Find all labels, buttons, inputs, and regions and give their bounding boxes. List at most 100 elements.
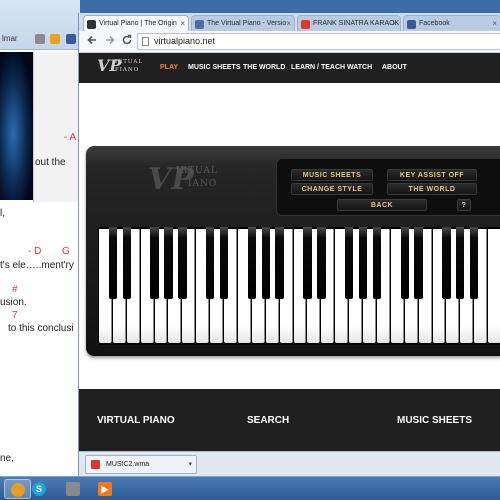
tab-virtual-piano[interactable]: Virtual Piano | The Origin × [83, 15, 189, 31]
video-thumbnail[interactable] [0, 52, 33, 200]
piano-instrument: VP IRTUAL IANO MUSIC SHEETS KEY ASSIST O… [86, 146, 500, 356]
virtual-piano-site: VP IRTUAL PIANO PLAY MUSIC SHEETS THE WO… [79, 53, 500, 451]
black-key[interactable] [303, 227, 312, 299]
black-key[interactable] [358, 227, 368, 299]
chord-label: 7 [12, 310, 18, 321]
background-address-bar[interactable]: lmar [0, 30, 80, 48]
reload-button[interactable] [120, 34, 134, 48]
piano-keyboard [98, 227, 500, 345]
black-key[interactable] [206, 227, 215, 299]
black-key[interactable] [247, 227, 257, 299]
piano-logo-word: IANO [188, 179, 218, 189]
black-key[interactable] [261, 227, 270, 299]
footer-heading[interactable]: VIRTUAL PIANO [97, 415, 175, 426]
key-assist-button[interactable]: KEY ASSIST OFF [387, 169, 477, 181]
footer-heading[interactable]: SEARCH [247, 415, 289, 426]
nav-about[interactable]: ABOUT [382, 53, 407, 83]
music-sheets-button[interactable]: MUSIC SHEETS [291, 169, 373, 181]
piano-logo: VP IRTUAL IANO [136, 162, 236, 204]
skype-icon: S [32, 482, 46, 496]
download-item[interactable]: MUSIC2.wma ▾ [85, 455, 197, 474]
lyric-line: l, [0, 208, 5, 219]
tab-strip: Virtual Piano | The Origin × The Virtual… [79, 13, 500, 31]
browser-window: Virtual Piano | The Origin × The Virtual… [78, 13, 500, 476]
youtube-favicon-icon [301, 20, 310, 29]
black-key[interactable] [442, 227, 451, 299]
audio-file-icon [91, 460, 100, 469]
background-window: lmar - A out the l, - D G t's ele…..ment… [0, 0, 80, 476]
black-key[interactable] [275, 227, 284, 299]
piano-logo-word: IRTUAL [176, 166, 218, 176]
nav-the-world[interactable]: THE WORLD [243, 53, 285, 83]
lyric-line: ne, [0, 453, 14, 464]
browser-toolbar: virtualpiano.net [79, 31, 500, 53]
extension-icon[interactable] [50, 33, 61, 44]
background-address-text: lmar [2, 34, 18, 43]
nav-learn-teach[interactable]: LEARN / TEACH [291, 53, 345, 83]
nav-play[interactable]: PLAY [160, 53, 178, 83]
taskbar-tool[interactable] [60, 479, 87, 499]
site-navigation: VP IRTUAL PIANO PLAY MUSIC SHEETS THE WO… [79, 53, 500, 83]
tab-label: Facebook [419, 20, 450, 27]
piano-control-panel: MUSIC SHEETS KEY ASSIST OFF CHANGE STYLE… [276, 158, 500, 216]
nav-watch[interactable]: WATCH [347, 53, 372, 83]
black-key[interactable] [122, 227, 131, 299]
close-tab-icon[interactable]: × [286, 16, 291, 31]
lyric-line: usion. [0, 297, 27, 308]
site-footer: VIRTUAL PIANO SEARCH MUSIC SHEETS [79, 389, 500, 451]
nav-music-sheets[interactable]: MUSIC SHEETS [188, 53, 241, 83]
taskbar-media-player[interactable]: ▶ [92, 479, 119, 499]
chevron-down-icon[interactable]: ▾ [188, 456, 192, 473]
extension-icon[interactable] [65, 33, 76, 44]
url-text: virtualpiano.net [154, 36, 216, 46]
chrome-icon [11, 483, 25, 497]
tab-frank-sinatra[interactable]: FRANK SINATRA KARAOK × [297, 15, 401, 31]
page-icon [142, 37, 149, 46]
help-button[interactable]: ? [457, 199, 471, 211]
address-bar[interactable]: virtualpiano.net [137, 33, 500, 50]
chord-label: - A [64, 132, 77, 143]
black-key[interactable] [317, 227, 326, 299]
chord-label: # [12, 284, 18, 295]
black-key[interactable] [150, 227, 159, 299]
site-logo[interactable]: VP IRTUAL PIANO [97, 56, 147, 80]
black-key[interactable] [219, 227, 229, 299]
tab-label: FRANK SINATRA KARAOK [313, 20, 400, 27]
facebook-favicon-icon [407, 20, 416, 29]
arrow-right-icon [106, 35, 115, 45]
black-key[interactable] [470, 227, 479, 299]
tab-label: Virtual Piano | The Origin [99, 20, 177, 27]
tab-facebook[interactable]: Facebook × [403, 15, 500, 31]
chord-label: G [62, 246, 70, 257]
black-key[interactable] [372, 227, 382, 299]
white-key[interactable] [488, 229, 500, 343]
extension-icon[interactable] [35, 33, 46, 44]
lyric-line: out the [35, 157, 66, 168]
back-button[interactable]: BACK [337, 199, 427, 211]
black-key[interactable] [414, 227, 423, 299]
black-key[interactable] [344, 227, 354, 299]
lyric-line: to this conclusi [8, 323, 74, 334]
thumbnail-side-panel [33, 52, 80, 202]
black-key[interactable] [164, 227, 173, 299]
black-key[interactable] [108, 227, 118, 299]
back-button[interactable] [85, 34, 99, 48]
virtual-piano-favicon-icon [87, 20, 96, 29]
change-style-button[interactable]: CHANGE STYLE [291, 183, 373, 195]
tab-label: The Virtual Piano - Versio [207, 20, 287, 27]
taskbar-skype[interactable]: S [26, 479, 53, 499]
black-key[interactable] [178, 227, 187, 299]
tab-virtual-piano-version[interactable]: The Virtual Piano - Versio × [191, 15, 295, 31]
the-world-button[interactable]: THE WORLD [387, 183, 477, 195]
lyric-line: t's ele…..ment'ry [0, 260, 74, 271]
footer-heading[interactable]: MUSIC SHEETS [397, 415, 472, 426]
close-tab-icon[interactable]: × [392, 16, 397, 31]
arrow-left-icon [87, 35, 96, 45]
forward-button[interactable] [103, 34, 117, 48]
black-key[interactable] [400, 227, 409, 299]
chord-label: - D [28, 246, 42, 257]
close-tab-icon[interactable]: × [180, 16, 185, 31]
close-tab-icon[interactable]: × [492, 16, 497, 31]
taskbar: S ▶ [0, 476, 500, 500]
black-key[interactable] [456, 227, 465, 299]
